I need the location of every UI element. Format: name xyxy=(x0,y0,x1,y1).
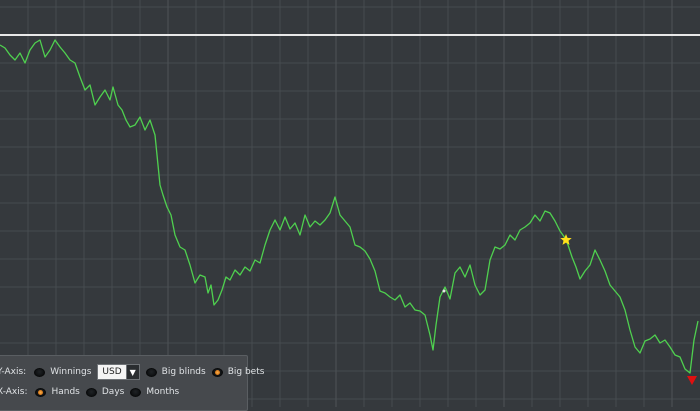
best-point-star-icon xyxy=(560,234,572,245)
radio-big-bets[interactable] xyxy=(211,367,223,377)
option-big-blinds[interactable]: Big blinds xyxy=(162,367,206,377)
radio-winnings[interactable] xyxy=(34,367,46,377)
series-line-0 xyxy=(0,39,699,374)
chart-canvas xyxy=(0,0,700,407)
option-big-bets[interactable]: Big bets xyxy=(228,367,265,377)
winnings-graph: Y-Axis: Winnings USD ▼ Big blinds Big be… xyxy=(0,0,700,411)
currency-select[interactable]: USD ▼ xyxy=(97,364,140,380)
worst-point-triangle-icon xyxy=(687,376,697,385)
option-months[interactable]: Months xyxy=(146,387,179,397)
chevron-down-icon[interactable]: ▼ xyxy=(125,365,139,379)
y-axis-row: Y-Axis: Winnings USD ▼ Big blinds Big be… xyxy=(0,364,270,380)
option-days[interactable]: Days xyxy=(102,387,124,397)
x-axis-row: X-Axis: Hands Days Months xyxy=(0,384,185,400)
currency-value: USD xyxy=(102,367,122,377)
y-axis-label: Y-Axis: xyxy=(0,367,27,377)
radio-months[interactable] xyxy=(130,387,142,397)
radio-hands[interactable] xyxy=(35,387,47,397)
option-hands[interactable]: Hands xyxy=(51,387,79,397)
x-axis-label: X-Axis: xyxy=(0,387,28,397)
axis-controls-panel: Y-Axis: Winnings USD ▼ Big blinds Big be… xyxy=(0,355,264,411)
point-marker-dot xyxy=(442,289,446,293)
radio-big-blinds[interactable] xyxy=(145,367,157,377)
option-winnings[interactable]: Winnings xyxy=(50,367,91,377)
radio-days[interactable] xyxy=(85,387,97,397)
